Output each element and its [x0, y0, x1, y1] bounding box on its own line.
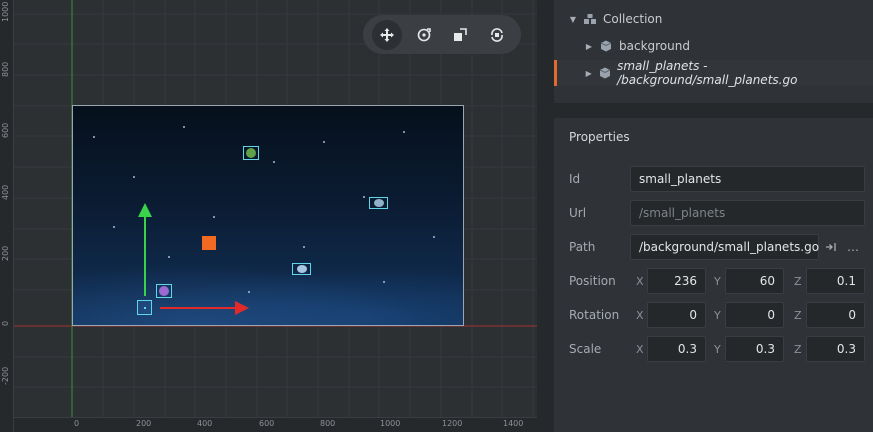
star [403, 131, 405, 133]
url-label: Url [569, 206, 587, 220]
properties-panel: Properties Id small_planets Url /small_p… [554, 118, 873, 432]
ruler-x-label: 400 [197, 419, 213, 428]
rotation-z-field[interactable]: 0 [806, 302, 865, 328]
z-axis-label: Z [794, 343, 802, 356]
caret-right-icon[interactable]: ▶ [584, 42, 594, 51]
ruler-x-label: 200 [136, 419, 152, 428]
planet-green-sprite[interactable] [243, 146, 259, 160]
ruler-y-label: 800 [1, 61, 10, 77]
star [213, 216, 215, 218]
star [383, 281, 385, 283]
caret-right-icon[interactable]: ▶ [584, 69, 593, 78]
scale-tool-button[interactable] [445, 20, 475, 50]
scale-icon [454, 27, 468, 41]
selected-object-marker[interactable] [202, 236, 216, 250]
ruler-y-label: 600 [1, 122, 10, 138]
star [248, 291, 250, 293]
x-axis-label: X [636, 275, 644, 288]
move-gizmo-x-arrow[interactable] [235, 301, 249, 315]
rotation-label: Rotation [569, 308, 620, 322]
move-tool-button[interactable] [372, 19, 403, 50]
camera-rotate-icon [490, 27, 503, 42]
properties-title: Properties [569, 130, 630, 144]
goto-icon [826, 243, 836, 251]
tree-item-background[interactable]: ▶ background [554, 33, 873, 59]
ruler-x-label: 0 [74, 419, 80, 428]
goto-button[interactable] [820, 234, 842, 260]
panel-separator [554, 103, 873, 118]
star [363, 196, 365, 198]
move-gizmo-x-axis[interactable] [160, 307, 238, 309]
star [133, 176, 135, 178]
id-label: Id [569, 172, 581, 186]
star [273, 161, 275, 163]
nebula-clouds [73, 255, 463, 325]
rotate-icon [417, 27, 431, 41]
planet-purple-sprite[interactable] [156, 284, 172, 298]
background-sprite[interactable] [72, 105, 464, 326]
scene-viewport[interactable]: 1000 800 600 400 200 0 -200 0 200 400 60… [0, 0, 537, 432]
path-label: Path [569, 240, 596, 254]
move-gizmo-pivot[interactable] [137, 300, 152, 315]
z-axis-label: Z [794, 275, 802, 288]
y-axis-label: Y [714, 309, 721, 322]
star [433, 236, 435, 238]
panel-splitter[interactable] [537, 0, 554, 432]
move-gizmo-y-arrow[interactable] [138, 203, 152, 217]
perspective-tool-button[interactable] [482, 20, 512, 50]
tree-item-label: Collection [603, 12, 663, 26]
ruler-x-label: 800 [320, 419, 336, 428]
move-arrows-icon [380, 27, 395, 42]
star [93, 136, 95, 138]
star [168, 256, 170, 258]
ruler-x-label: 1400 [503, 419, 524, 428]
planet-ringed-sprite[interactable] [369, 197, 388, 209]
scale-label: Scale [569, 342, 602, 356]
star [323, 141, 325, 143]
ruler-x-label: 1200 [442, 419, 463, 428]
ruler-y-label: 1000 [1, 1, 10, 22]
game-object-icon [597, 40, 615, 52]
star [303, 246, 305, 248]
tree-item-label: background [619, 39, 690, 53]
star [113, 226, 115, 228]
ruler-y-label: 200 [1, 245, 10, 261]
tree-item-small-planets[interactable]: ▶ small_planets - /background/small_plan… [554, 59, 873, 87]
position-label: Position [569, 274, 616, 288]
rotation-x-field[interactable]: 0 [647, 302, 706, 328]
tree-item-label: small_planets - /background/small_planet… [617, 59, 798, 87]
tree-item-collection[interactable]: ▼ Collection [554, 6, 873, 32]
scale-y-field[interactable]: 0.3 [725, 336, 784, 362]
ruler-x-label: 600 [259, 419, 275, 428]
ruler-y-label: 400 [1, 184, 10, 200]
star [183, 126, 185, 128]
ruler-y-label: -200 [1, 366, 10, 385]
move-gizmo-y-axis[interactable] [144, 210, 146, 296]
position-z-field[interactable]: 0.1 [806, 268, 865, 294]
planet-ringed-sprite[interactable] [292, 263, 311, 275]
game-object-icon [596, 67, 613, 79]
url-field[interactable]: /small_planets [630, 200, 865, 226]
manipulator-toolbar [363, 15, 521, 54]
position-y-field[interactable]: 60 [725, 268, 784, 294]
position-x-field[interactable]: 236 [647, 268, 706, 294]
caret-down-icon[interactable]: ▼ [568, 15, 578, 24]
scale-z-field[interactable]: 0.3 [806, 336, 865, 362]
ruler-y-label: 0 [1, 320, 10, 326]
z-axis-label: Z [794, 309, 802, 322]
outline-panel: ▼ Collection ▶ background ▶ small_planet… [554, 0, 873, 103]
browse-button[interactable]: … [842, 234, 864, 260]
id-field[interactable]: small_planets [630, 166, 865, 192]
rotation-y-field[interactable]: 0 [725, 302, 784, 328]
x-axis-label: X [636, 343, 644, 356]
y-axis-label: Y [714, 343, 721, 356]
path-field[interactable]: /background/small_planets.go [630, 234, 819, 260]
collection-icon [581, 13, 599, 25]
scale-x-field[interactable]: 0.3 [647, 336, 706, 362]
x-axis-label: X [636, 309, 644, 322]
ruler-x-label: 1000 [380, 419, 401, 428]
rotate-tool-button[interactable] [409, 20, 439, 50]
y-axis-label: Y [714, 275, 721, 288]
